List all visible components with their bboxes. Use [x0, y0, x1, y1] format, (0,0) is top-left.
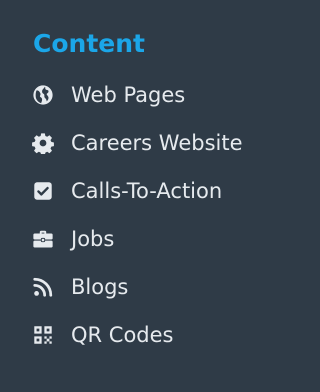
menu-item-web-pages[interactable]: Web Pages — [0, 71, 306, 119]
gear-icon — [32, 132, 54, 154]
qr-code-icon — [32, 324, 54, 346]
menu-item-careers-website[interactable]: Careers Website — [0, 119, 306, 167]
menu-item-label: Blogs — [71, 275, 129, 299]
checkbox-icon — [32, 180, 54, 202]
briefcase-icon — [32, 228, 54, 250]
section-title: Content — [33, 29, 145, 58]
menu-item-calls-to-action[interactable]: Calls-To-Action — [0, 167, 306, 215]
content-nav-panel: Content Web Pages Careers Website Calls-… — [0, 0, 306, 392]
menu-item-jobs[interactable]: Jobs — [0, 215, 306, 263]
rss-icon — [32, 276, 54, 298]
menu-item-blogs[interactable]: Blogs — [0, 263, 306, 311]
menu-item-qr-codes[interactable]: QR Codes — [0, 311, 306, 359]
globe-icon — [32, 84, 54, 106]
menu-item-label: Calls-To-Action — [71, 179, 223, 203]
menu-item-label: Careers Website — [71, 131, 243, 155]
content-menu: Web Pages Careers Website Calls-To-Actio… — [0, 71, 306, 359]
menu-item-label: Jobs — [71, 227, 115, 251]
menu-item-label: Web Pages — [71, 83, 186, 107]
menu-item-label: QR Codes — [71, 323, 174, 347]
